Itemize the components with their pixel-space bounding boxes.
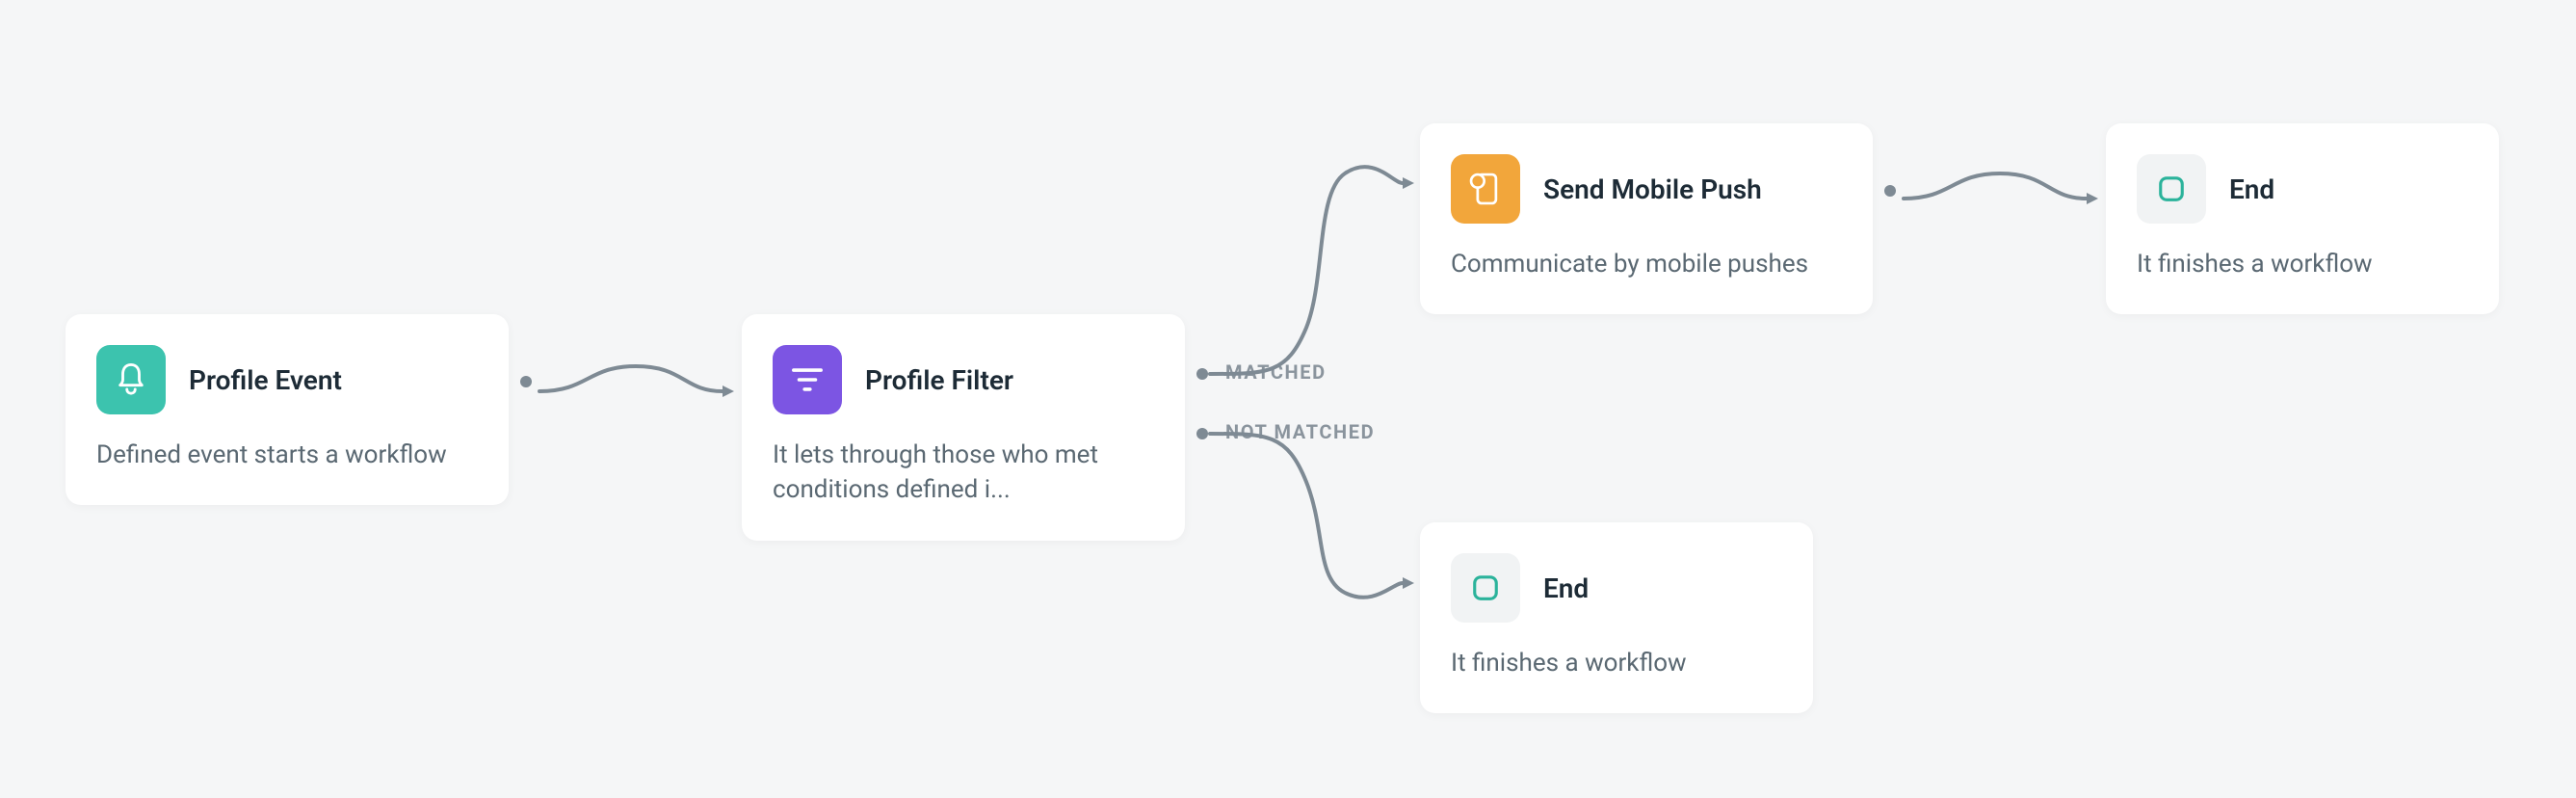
node-profile-filter[interactable]: Profile Filter It lets through those who… (742, 314, 1185, 541)
node-subtitle: Defined event starts a workflow (96, 438, 478, 472)
node-title: Profile Filter (865, 363, 1013, 397)
connector-filter-to-end-bottom (1210, 434, 1422, 626)
node-title: Profile Event (189, 363, 342, 397)
node-title: End (1543, 572, 1589, 605)
output-port-matched[interactable] (1196, 368, 1208, 380)
node-send-mobile-push[interactable]: Send Mobile Push Communicate by mobile p… (1420, 123, 1873, 314)
node-header: End (2137, 154, 2468, 224)
branch-label-not-matched: NOT MATCHED (1225, 420, 1375, 443)
node-subtitle: It finishes a workflow (1451, 646, 1782, 680)
node-profile-event[interactable]: Profile Event Defined event starts a wor… (66, 314, 509, 505)
bell-icon (96, 345, 166, 414)
node-subtitle: It finishes a workflow (2137, 247, 2468, 281)
connector-filter-to-push (1210, 135, 1422, 386)
filter-icon (773, 345, 842, 414)
node-header: Send Mobile Push (1451, 154, 1842, 224)
connector-event-to-filter (539, 347, 732, 424)
node-end-top[interactable]: End It finishes a workflow (2106, 123, 2499, 314)
output-port[interactable] (1884, 185, 1896, 197)
node-subtitle: It lets through those who met conditions… (773, 438, 1154, 508)
output-port[interactable] (520, 376, 532, 387)
node-title: Send Mobile Push (1543, 173, 1762, 206)
mobile-push-icon (1451, 154, 1520, 224)
node-header: Profile Event (96, 345, 478, 414)
connector-push-to-end-top (1904, 154, 2096, 231)
end-icon (2137, 154, 2206, 224)
branch-label-matched: MATCHED (1225, 360, 1327, 384)
node-header: End (1451, 553, 1782, 623)
node-header: Profile Filter (773, 345, 1154, 414)
output-port-not-matched[interactable] (1196, 428, 1208, 439)
node-title: End (2229, 173, 2274, 206)
node-end-bottom[interactable]: End It finishes a workflow (1420, 522, 1813, 713)
node-subtitle: Communicate by mobile pushes (1451, 247, 1842, 281)
workflow-canvas: Profile Event Defined event starts a wor… (0, 0, 2576, 798)
end-icon (1451, 553, 1520, 623)
